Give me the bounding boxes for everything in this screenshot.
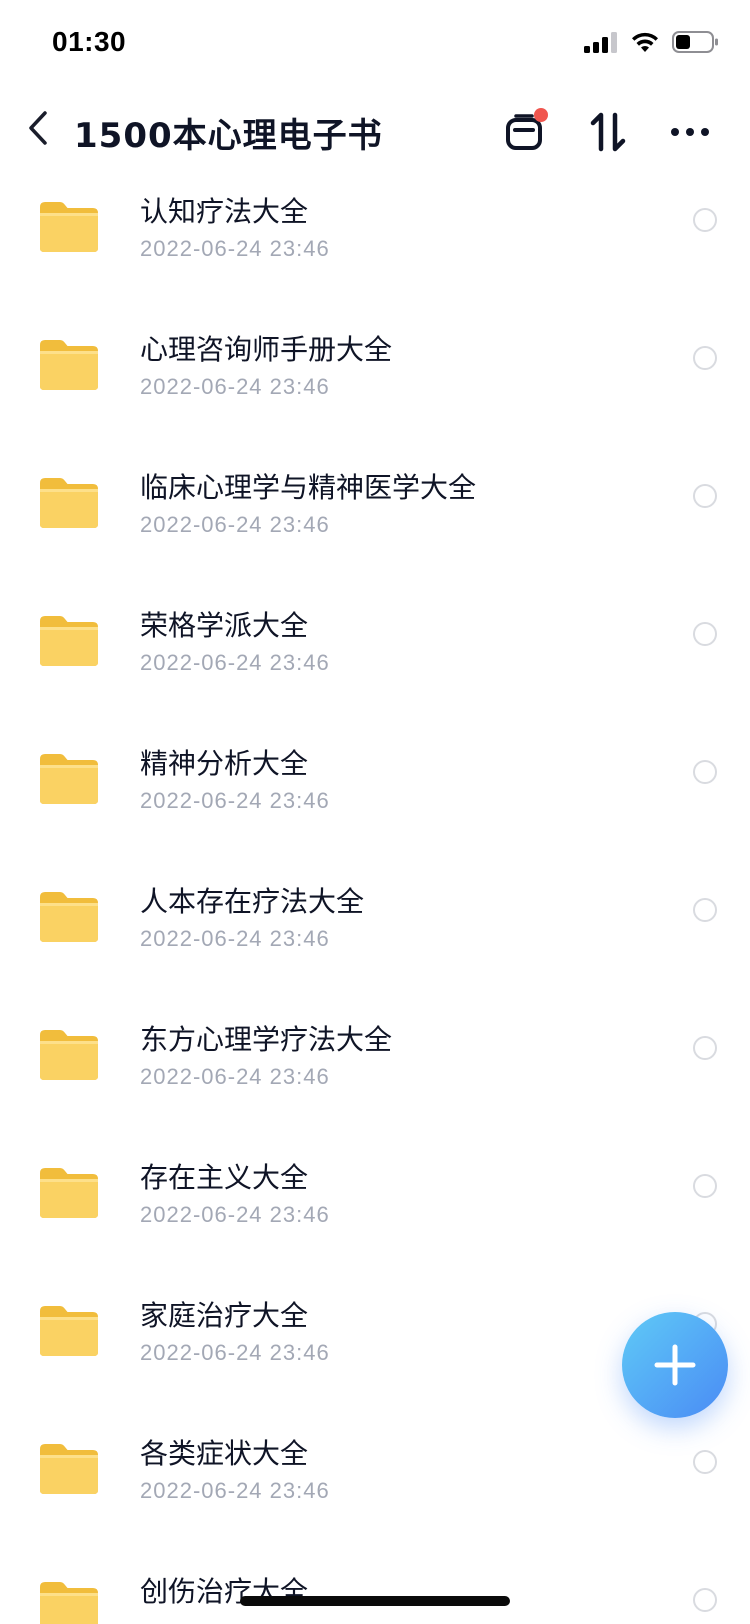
folder-name: 家庭治疗大全 <box>140 1299 309 1332</box>
folder-icon <box>40 340 98 390</box>
folder-icon <box>40 1030 98 1080</box>
folder-icon <box>40 1444 98 1494</box>
transfer-list-button[interactable] <box>494 102 554 162</box>
folder-icon <box>40 892 98 942</box>
status-time: 01:30 <box>52 26 127 57</box>
folder-row[interactable]: 临床心理学与精神医学大全 2022-06-24 23:46 <box>0 444 750 582</box>
folder-row[interactable]: 认知疗法大全 2022-06-24 23:46 <box>0 168 750 306</box>
folder-list: 认知疗法大全 2022-06-24 23:46 心理咨询师手册大全 2022-0… <box>0 168 750 1624</box>
status-icons <box>584 30 720 54</box>
folder-name: 各类症状大全 <box>140 1437 309 1470</box>
folder-row[interactable]: 人本存在疗法大全 2022-06-24 23:46 <box>0 858 750 996</box>
folder-date: 2022-06-24 23:46 <box>140 236 330 261</box>
folder-icon <box>40 754 98 804</box>
screen: 01:30 1500本心理电子书 认知疗法大全 2022-06-24 23:46… <box>0 0 750 1624</box>
select-checkbox[interactable] <box>693 622 717 646</box>
status-bar: 01:30 <box>0 0 750 84</box>
sort-icon <box>590 112 626 152</box>
back-button[interactable] <box>16 104 60 152</box>
folder-name: 东方心理学疗法大全 <box>140 1023 393 1056</box>
folder-row[interactable]: 创伤治疗大全 <box>0 1548 750 1624</box>
folder-date: 2022-06-24 23:46 <box>140 512 330 537</box>
folder-row[interactable]: 各类症状大全 2022-06-24 23:46 <box>0 1410 750 1548</box>
cellular-signal-icon <box>584 32 617 53</box>
add-button[interactable] <box>622 1312 728 1418</box>
sort-button[interactable] <box>578 102 638 162</box>
folder-date: 2022-06-24 23:46 <box>140 374 330 399</box>
folder-date: 2022-06-24 23:46 <box>140 1478 330 1503</box>
select-checkbox[interactable] <box>693 760 717 784</box>
folder-name: 人本存在疗法大全 <box>140 885 365 918</box>
folder-date: 2022-06-24 23:46 <box>140 1202 330 1227</box>
folder-name: 临床心理学与精神医学大全 <box>140 471 477 504</box>
more-button[interactable] <box>660 102 720 162</box>
folder-row[interactable]: 存在主义大全 2022-06-24 23:46 <box>0 1134 750 1272</box>
page-title: 1500本心理电子书 <box>74 116 383 156</box>
select-checkbox[interactable] <box>693 346 717 370</box>
folder-date: 2022-06-24 23:46 <box>140 926 330 951</box>
folder-name: 心理咨询师手册大全 <box>140 333 393 366</box>
select-checkbox[interactable] <box>693 1588 717 1612</box>
folder-date: 2022-06-24 23:46 <box>140 1064 330 1089</box>
select-checkbox[interactable] <box>693 484 717 508</box>
folder-icon <box>40 202 98 252</box>
select-checkbox[interactable] <box>693 1174 717 1198</box>
folder-name: 精神分析大全 <box>140 747 309 780</box>
chevron-left-icon <box>29 111 47 145</box>
notification-dot <box>534 108 548 122</box>
plus-icon <box>654 1344 696 1386</box>
folder-row[interactable]: 精神分析大全 2022-06-24 23:46 <box>0 720 750 858</box>
folder-name: 认知疗法大全 <box>140 195 309 228</box>
folder-name: 存在主义大全 <box>140 1161 309 1194</box>
wifi-icon <box>632 32 658 52</box>
folder-date: 2022-06-24 23:46 <box>140 788 330 813</box>
folder-date: 2022-06-24 23:46 <box>140 650 330 675</box>
folder-icon <box>40 1168 98 1218</box>
folder-name: 荣格学派大全 <box>140 609 309 642</box>
folder-icon <box>40 1582 98 1624</box>
folder-row[interactable]: 荣格学派大全 2022-06-24 23:46 <box>0 582 750 720</box>
select-checkbox[interactable] <box>693 898 717 922</box>
folder-row[interactable]: 心理咨询师手册大全 2022-06-24 23:46 <box>0 306 750 444</box>
select-checkbox[interactable] <box>693 208 717 232</box>
select-checkbox[interactable] <box>693 1450 717 1474</box>
home-indicator[interactable] <box>240 1596 510 1606</box>
more-dots-icon <box>671 128 709 136</box>
folder-icon <box>40 1306 98 1356</box>
folder-icon <box>40 616 98 666</box>
select-checkbox[interactable] <box>693 1036 717 1060</box>
battery-icon <box>672 31 718 53</box>
folder-icon <box>40 478 98 528</box>
folder-date: 2022-06-24 23:46 <box>140 1340 330 1365</box>
folder-row[interactable]: 东方心理学疗法大全 2022-06-24 23:46 <box>0 996 750 1134</box>
